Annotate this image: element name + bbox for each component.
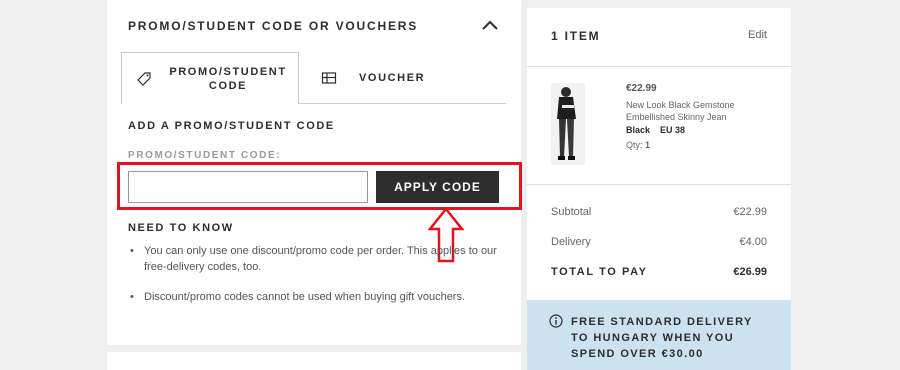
list-item: Discount/promo codes cannot be used when… (128, 289, 508, 305)
qty-value: 1 (645, 140, 651, 150)
need-to-know-list: You can only use one discount/promo code… (128, 243, 508, 319)
highlight-annotation-box (117, 162, 522, 210)
tab-promo-code[interactable]: PROMO/STUDENT CODE (121, 52, 299, 104)
subtotal-row: Subtotal €22.99 (551, 206, 767, 218)
product-image[interactable] (551, 83, 585, 165)
next-panel (107, 352, 521, 370)
subtotal-label: Subtotal (551, 206, 592, 218)
product-size: EU 38 (660, 125, 686, 135)
delivery-label: Delivery (551, 236, 591, 248)
tab-voucher[interactable]: VOUCHER (307, 52, 507, 104)
tabs-divider (298, 103, 506, 104)
chevron-up-icon[interactable] (481, 18, 499, 32)
bag-summary-panel: 1 ITEM Edit €22.99 New Look Black Gemsto… (527, 8, 791, 300)
divider (527, 66, 791, 67)
info-icon (549, 314, 563, 328)
need-to-know-heading: NEED TO KNOW (128, 222, 234, 234)
list-item: You can only use one discount/promo code… (128, 243, 508, 275)
product-price: €22.99 (626, 83, 657, 94)
product-colour: Black (626, 125, 651, 135)
qty-label: Qty: (626, 140, 643, 150)
total-label: TOTAL TO PAY (551, 266, 648, 278)
promo-panel: PROMO/STUDENT CODE OR VOUCHERS PROMO/STU… (107, 0, 522, 345)
total-value: €26.99 (733, 266, 767, 278)
promo-field-label: PROMO/STUDENT CODE: (128, 150, 282, 161)
product-attributes: Black EU 38 (626, 125, 685, 135)
total-row: TOTAL TO PAY €26.99 (551, 266, 767, 278)
delivery-value: €4.00 (739, 236, 767, 248)
add-promo-heading: ADD A PROMO/STUDENT CODE (128, 120, 335, 132)
product-name[interactable]: New Look Black Gemstone Embellished Skin… (626, 99, 766, 123)
voucher-icon (321, 72, 337, 84)
subtotal-value: €22.99 (733, 206, 767, 218)
tab-voucher-label: VOUCHER (359, 72, 426, 84)
item-count: 1 ITEM (551, 29, 601, 43)
promo-section-header: PROMO/STUDENT CODE OR VOUCHERS (128, 19, 419, 33)
product-qty: Qty: 1 (626, 140, 650, 150)
delivery-banner-text: FREE STANDARD DELIVERY TO HUNGARY WHEN Y… (571, 316, 753, 360)
delivery-row: Delivery €4.00 (551, 236, 767, 248)
divider (527, 184, 791, 185)
tab-promo-label: PROMO/STUDENT CODE (169, 65, 287, 92)
delivery-banner: FREE STANDARD DELIVERY TO HUNGARY WHEN Y… (527, 300, 791, 370)
edit-link[interactable]: Edit (748, 29, 767, 41)
tag-icon (137, 71, 151, 86)
